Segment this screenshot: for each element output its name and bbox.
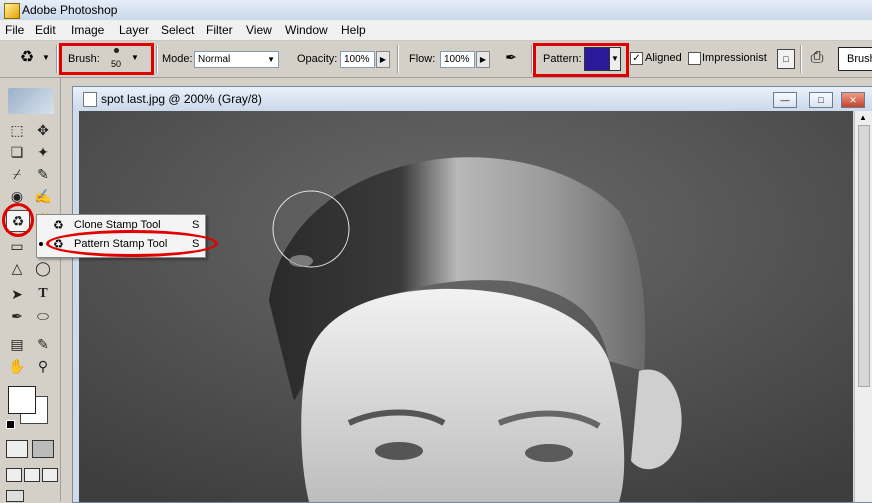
menu-edit[interactable]: Edit xyxy=(35,23,56,37)
menu-view[interactable]: View xyxy=(246,23,272,37)
foreground-color-swatch[interactable] xyxy=(8,386,36,414)
dust-spot xyxy=(289,255,313,267)
separator xyxy=(156,45,158,73)
toolbox: ⬚ ✥ ❏ ✦ ⌿ ✎ ◉ ✍ ♻ ✌ ▭ △ ◯ ➤ T ✒ ⬭ ▤ ✎ ✋ … xyxy=(0,78,61,502)
standard-mode-icon[interactable] xyxy=(6,440,28,458)
close-button[interactable]: ✕ xyxy=(841,92,865,108)
brushes-palette-tab[interactable]: Brush xyxy=(838,47,872,71)
menu-help[interactable]: Help xyxy=(341,23,366,37)
brushes-tab-label: Brush xyxy=(847,53,872,65)
tool-preset-picker[interactable]: ♻ xyxy=(16,47,38,69)
left-eye xyxy=(375,442,423,460)
flow-value: 100% xyxy=(444,54,470,65)
pen-tool-icon[interactable]: ✒ xyxy=(6,306,28,326)
dodge-tool-icon[interactable]: ◯ xyxy=(32,258,54,278)
stamp-icon: ♻ xyxy=(19,49,35,66)
mode-label: Mode: xyxy=(162,53,193,65)
opacity-slider-toggle[interactable]: ▶ xyxy=(376,51,390,68)
document-window: spot last.jpg @ 200% (Gray/8) — □ ✕ ▲ xyxy=(72,86,872,503)
flow-input[interactable]: 100% xyxy=(440,51,475,68)
pattern-stamp-highlight-ellipse xyxy=(46,230,218,257)
document-titlebar[interactable]: spot last.jpg @ 200% (Gray/8) — □ ✕ xyxy=(73,87,872,111)
app-title: Adobe Photoshop xyxy=(22,3,118,17)
clone-stamp-shortcut: S xyxy=(192,219,200,231)
flow-label: Flow: xyxy=(409,53,436,65)
document-title: spot last.jpg @ 200% (Gray/8) xyxy=(101,92,262,106)
quick-mask-mode-icon[interactable] xyxy=(32,440,54,458)
eyedropper-icon[interactable]: ✎ xyxy=(32,334,54,354)
opacity-label: Opacity: xyxy=(297,53,338,65)
clone-stamp-icon: ♻ xyxy=(53,218,64,232)
scroll-up-icon[interactable]: ▲ xyxy=(857,113,869,123)
pattern-dropdown-button[interactable]: ▼ xyxy=(609,47,621,71)
tool-options-bar: ♻ ▼ Brush: 50 ▼ Mode: Normal ▼ Opacity: … xyxy=(0,41,872,78)
app-titlebar: Adobe Photoshop xyxy=(0,0,872,21)
document-icon xyxy=(83,92,97,107)
chevron-down-icon: ▼ xyxy=(611,54,619,63)
type-tool-icon[interactable]: T xyxy=(32,284,54,304)
brush-picker[interactable]: 50 xyxy=(107,47,129,71)
slice-tool-icon[interactable]: ✎ xyxy=(32,164,54,184)
separator xyxy=(56,45,58,73)
minimize-button[interactable]: — xyxy=(773,92,797,108)
ellipse-tool-icon[interactable]: ⬭ xyxy=(32,306,54,326)
magic-wand-icon[interactable]: ✦ xyxy=(32,142,54,162)
path-selection-icon[interactable]: ➤ xyxy=(6,284,28,304)
eraser-tool-icon[interactable]: ▭ xyxy=(6,236,28,256)
impressionist-label: Impressionist xyxy=(702,52,767,64)
airbrush-icon[interactable]: ✒ xyxy=(500,49,522,69)
scrollbar-thumb[interactable] xyxy=(858,125,870,387)
pattern-label: Pattern: xyxy=(543,53,582,65)
chevron-down-icon: ▼ xyxy=(267,55,275,64)
selected-bullet-icon xyxy=(39,242,43,246)
menu-file[interactable]: File xyxy=(5,23,24,37)
aligned-label: Aligned xyxy=(645,52,682,64)
crop-tool-icon[interactable]: ⌿ xyxy=(6,164,28,184)
photoshop-feather-logo xyxy=(8,88,54,114)
flow-slider-toggle[interactable]: ▶ xyxy=(476,51,490,68)
default-colors-icon[interactable] xyxy=(6,420,15,429)
opacity-value: 100% xyxy=(344,54,370,65)
right-eye xyxy=(525,444,573,462)
hand-tool-icon[interactable]: ✋ xyxy=(6,356,28,376)
brush-label: Brush: xyxy=(68,53,100,65)
screen-mode-standard-icon[interactable] xyxy=(6,468,22,482)
brush-size: 50 xyxy=(111,59,122,69)
mode-value: Normal xyxy=(198,54,231,65)
impressionist-checkbox[interactable] xyxy=(688,52,701,65)
printer-icon[interactable]: ⎙ xyxy=(806,47,828,69)
screen-mode-full-menu-icon[interactable] xyxy=(24,468,40,482)
vertical-scrollbar[interactable]: ▲ xyxy=(854,111,872,502)
brush-tool-icon[interactable]: ✍ xyxy=(32,186,54,206)
mode-select[interactable]: Normal ▼ xyxy=(194,51,279,68)
separator xyxy=(800,45,802,73)
aligned-checkbox[interactable]: ✓ xyxy=(630,52,643,65)
menu-layer[interactable]: Layer xyxy=(119,23,149,37)
chevron-down-icon[interactable]: ▼ xyxy=(131,53,139,62)
document-icon[interactable]: □ xyxy=(777,49,795,69)
move-tool-icon[interactable]: ✥ xyxy=(32,120,54,140)
menu-bar: File Edit Image Layer Select Filter View… xyxy=(0,20,872,41)
screen-mode-full-icon[interactable] xyxy=(42,468,58,482)
pattern-swatch[interactable] xyxy=(584,47,610,71)
opacity-input[interactable]: 100% xyxy=(340,51,375,68)
brush-tip-icon xyxy=(114,48,119,53)
menu-select[interactable]: Select xyxy=(161,23,194,37)
menu-filter[interactable]: Filter xyxy=(206,23,233,37)
lasso-tool-icon[interactable]: ❏ xyxy=(6,142,28,162)
menu-image[interactable]: Image xyxy=(71,23,104,37)
jump-to-imageready-icon[interactable] xyxy=(6,490,24,502)
separator xyxy=(397,45,399,73)
maximize-button[interactable]: □ xyxy=(809,92,833,108)
image-canvas[interactable] xyxy=(79,111,853,502)
photoshop-app-icon xyxy=(4,3,20,19)
photo-portrait xyxy=(79,111,853,502)
menu-window[interactable]: Window xyxy=(285,23,328,37)
zoom-tool-icon[interactable]: ⚲ xyxy=(32,356,54,376)
stamp-tool-highlight-circle xyxy=(2,203,34,237)
marquee-tool-icon[interactable]: ⬚ xyxy=(6,120,28,140)
blur-tool-icon[interactable]: △ xyxy=(6,258,28,278)
notes-tool-icon[interactable]: ▤ xyxy=(6,334,28,354)
chevron-down-icon[interactable]: ▼ xyxy=(42,53,50,62)
